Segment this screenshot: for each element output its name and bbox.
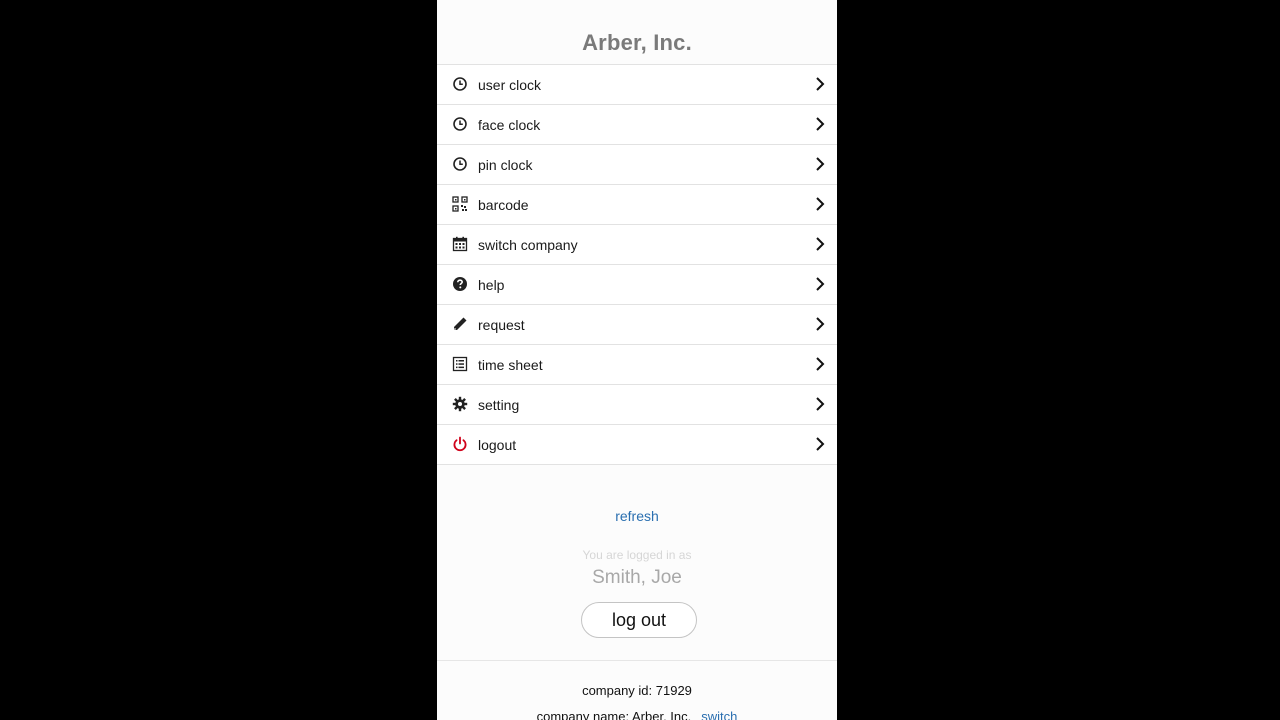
menu-item-label: face clock [478,117,541,133]
menu-item-label: setting [478,397,520,413]
chevron-right-icon [815,316,825,332]
clock-icon [452,76,468,92]
company-name: company name: Arber, Inc. [536,709,692,720]
menu-item-label: time sheet [478,357,543,373]
gear-icon [452,396,468,412]
chevron-right-icon [815,76,825,92]
menu-item-label: user clock [478,77,542,93]
chevron-right-icon [815,116,825,132]
menu-item-pin-clock[interactable]: pin clock [437,145,837,185]
menu-item-setting[interactable]: setting [437,385,837,425]
chevron-right-icon [815,156,825,172]
menu-item-barcode[interactable]: barcode [437,185,837,225]
company-name-row: company name: Arber, Inc. switch [437,709,837,720]
qr-code-icon [452,196,468,212]
list-icon [452,356,468,372]
app-screen: Arber, Inc. user clock face clock pin cl… [437,0,837,720]
switch-company-link[interactable]: switch [701,709,737,720]
clock-icon [452,116,468,132]
logged-in-caption: You are logged in as [582,548,692,562]
chevron-right-icon [815,276,825,292]
question-circle-icon [452,276,468,292]
menu-item-time-sheet[interactable]: time sheet [437,345,837,385]
menu-item-label: logout [478,437,517,453]
chevron-right-icon [815,236,825,252]
chevron-right-icon [815,436,825,452]
company-title: Arber, Inc. [582,30,692,55]
menu-item-label: barcode [478,197,529,213]
chevron-right-icon [815,356,825,372]
main-menu: user clock face clock pin clock barcode … [437,64,837,465]
pencil-icon [452,316,468,332]
menu-item-help[interactable]: help [437,265,837,305]
chevron-right-icon [815,396,825,412]
menu-item-label: pin clock [478,157,533,173]
menu-item-label: switch company [478,237,578,253]
menu-item-request[interactable]: request [437,305,837,345]
chevron-right-icon [815,196,825,212]
log-out-button[interactable]: log out [581,602,697,638]
menu-item-label: request [478,317,525,333]
menu-item-user-clock[interactable]: user clock [437,65,837,105]
refresh-link[interactable]: refresh [437,508,837,524]
menu-item-logout[interactable]: logout [437,425,837,465]
menu-item-label: help [478,277,505,293]
clock-icon [452,156,468,172]
user-name: Smith, Joe [592,567,682,588]
menu-item-face-clock[interactable]: face clock [437,105,837,145]
company-id: company id: 71929 [582,683,692,698]
calendar-icon [452,236,468,252]
power-icon [452,436,468,452]
menu-item-switch-company[interactable]: switch company [437,225,837,265]
divider [437,660,837,661]
